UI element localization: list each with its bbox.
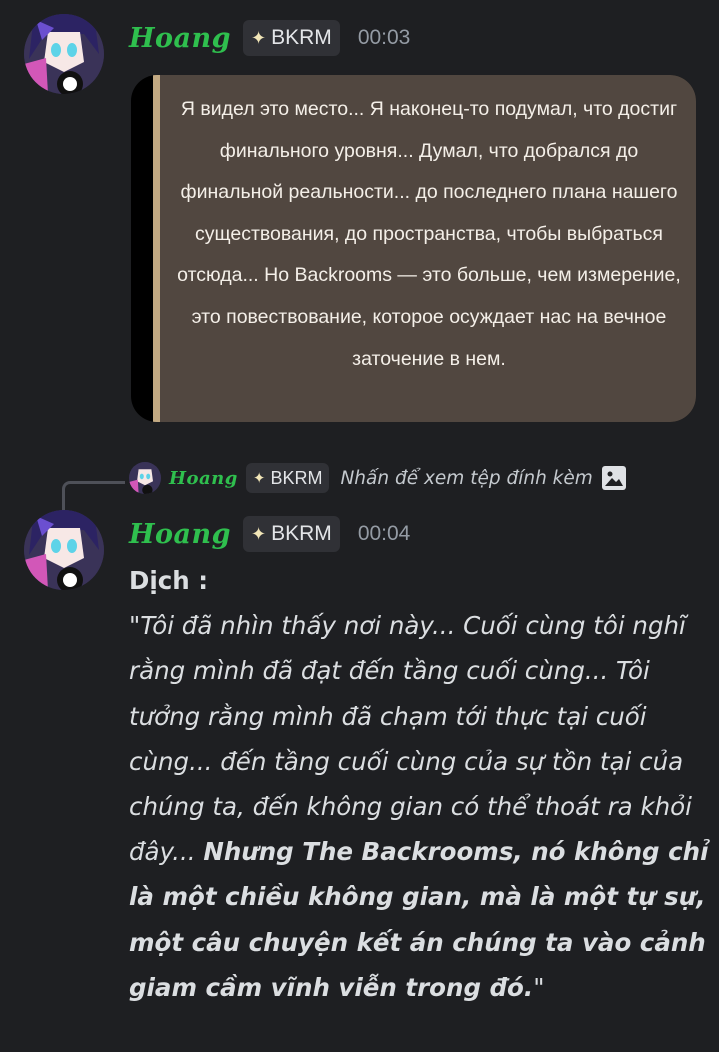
avatar[interactable]: [24, 14, 104, 94]
message-header: Hoang ✦ BKRM 00:04: [129, 516, 410, 552]
avatar[interactable]: [24, 510, 104, 590]
reply-tag-label: BKRM: [270, 467, 323, 488]
tag-label: BKRM: [271, 26, 332, 49]
tag-label: BKRM: [271, 522, 332, 545]
server-tag[interactable]: ✦ BKRM: [243, 516, 340, 552]
username[interactable]: Hoang: [129, 23, 231, 54]
gem-icon: ✦: [251, 523, 267, 544]
image-icon: [601, 466, 626, 490]
reply-avatar: [129, 462, 161, 494]
image-attachment[interactable]: Я видел это место... Я наконец-то подума…: [131, 75, 696, 422]
reply-server-tag: ✦ BKRM: [245, 463, 330, 493]
reply-reference[interactable]: Hoang ✦ BKRM Nhấn để xem tệp đính kèm: [129, 462, 626, 494]
reply-username[interactable]: Hoang: [169, 468, 238, 489]
translation-label: Dịch :: [129, 566, 209, 595]
translation-bold: Nhưng The Backrooms, nó không chỉ là một…: [129, 837, 709, 1002]
timestamp: 00:03: [357, 26, 411, 49]
quote-bar: [153, 75, 160, 422]
server-tag[interactable]: ✦ BKRM: [243, 20, 340, 56]
timestamp: 00:04: [357, 522, 411, 545]
image-text: Я видел это место... Я наконец-то подума…: [177, 98, 681, 370]
translation-end: ": [533, 972, 545, 1002]
reply-connector: [62, 481, 125, 510]
translation-plain: "Tôi đã nhìn thấy nơi này... Cuối cùng t…: [129, 611, 692, 867]
message-content: Dịch : "Tôi đã nhìn thấy nơi này... Cuối…: [129, 558, 709, 1010]
message-header: Hoang ✦ BKRM 00:03: [129, 20, 410, 56]
translation-text: "Tôi đã nhìn thấy nơi này... Cuối cùng t…: [129, 603, 709, 1010]
quote-image: Я видел это место... Я наконец-то подума…: [153, 75, 696, 422]
gem-icon: ✦: [251, 27, 267, 48]
gem-icon: ✦: [252, 470, 266, 487]
reply-preview-text[interactable]: Nhấn để xem tệp đính kèm: [340, 468, 592, 489]
username[interactable]: Hoang: [129, 519, 231, 550]
